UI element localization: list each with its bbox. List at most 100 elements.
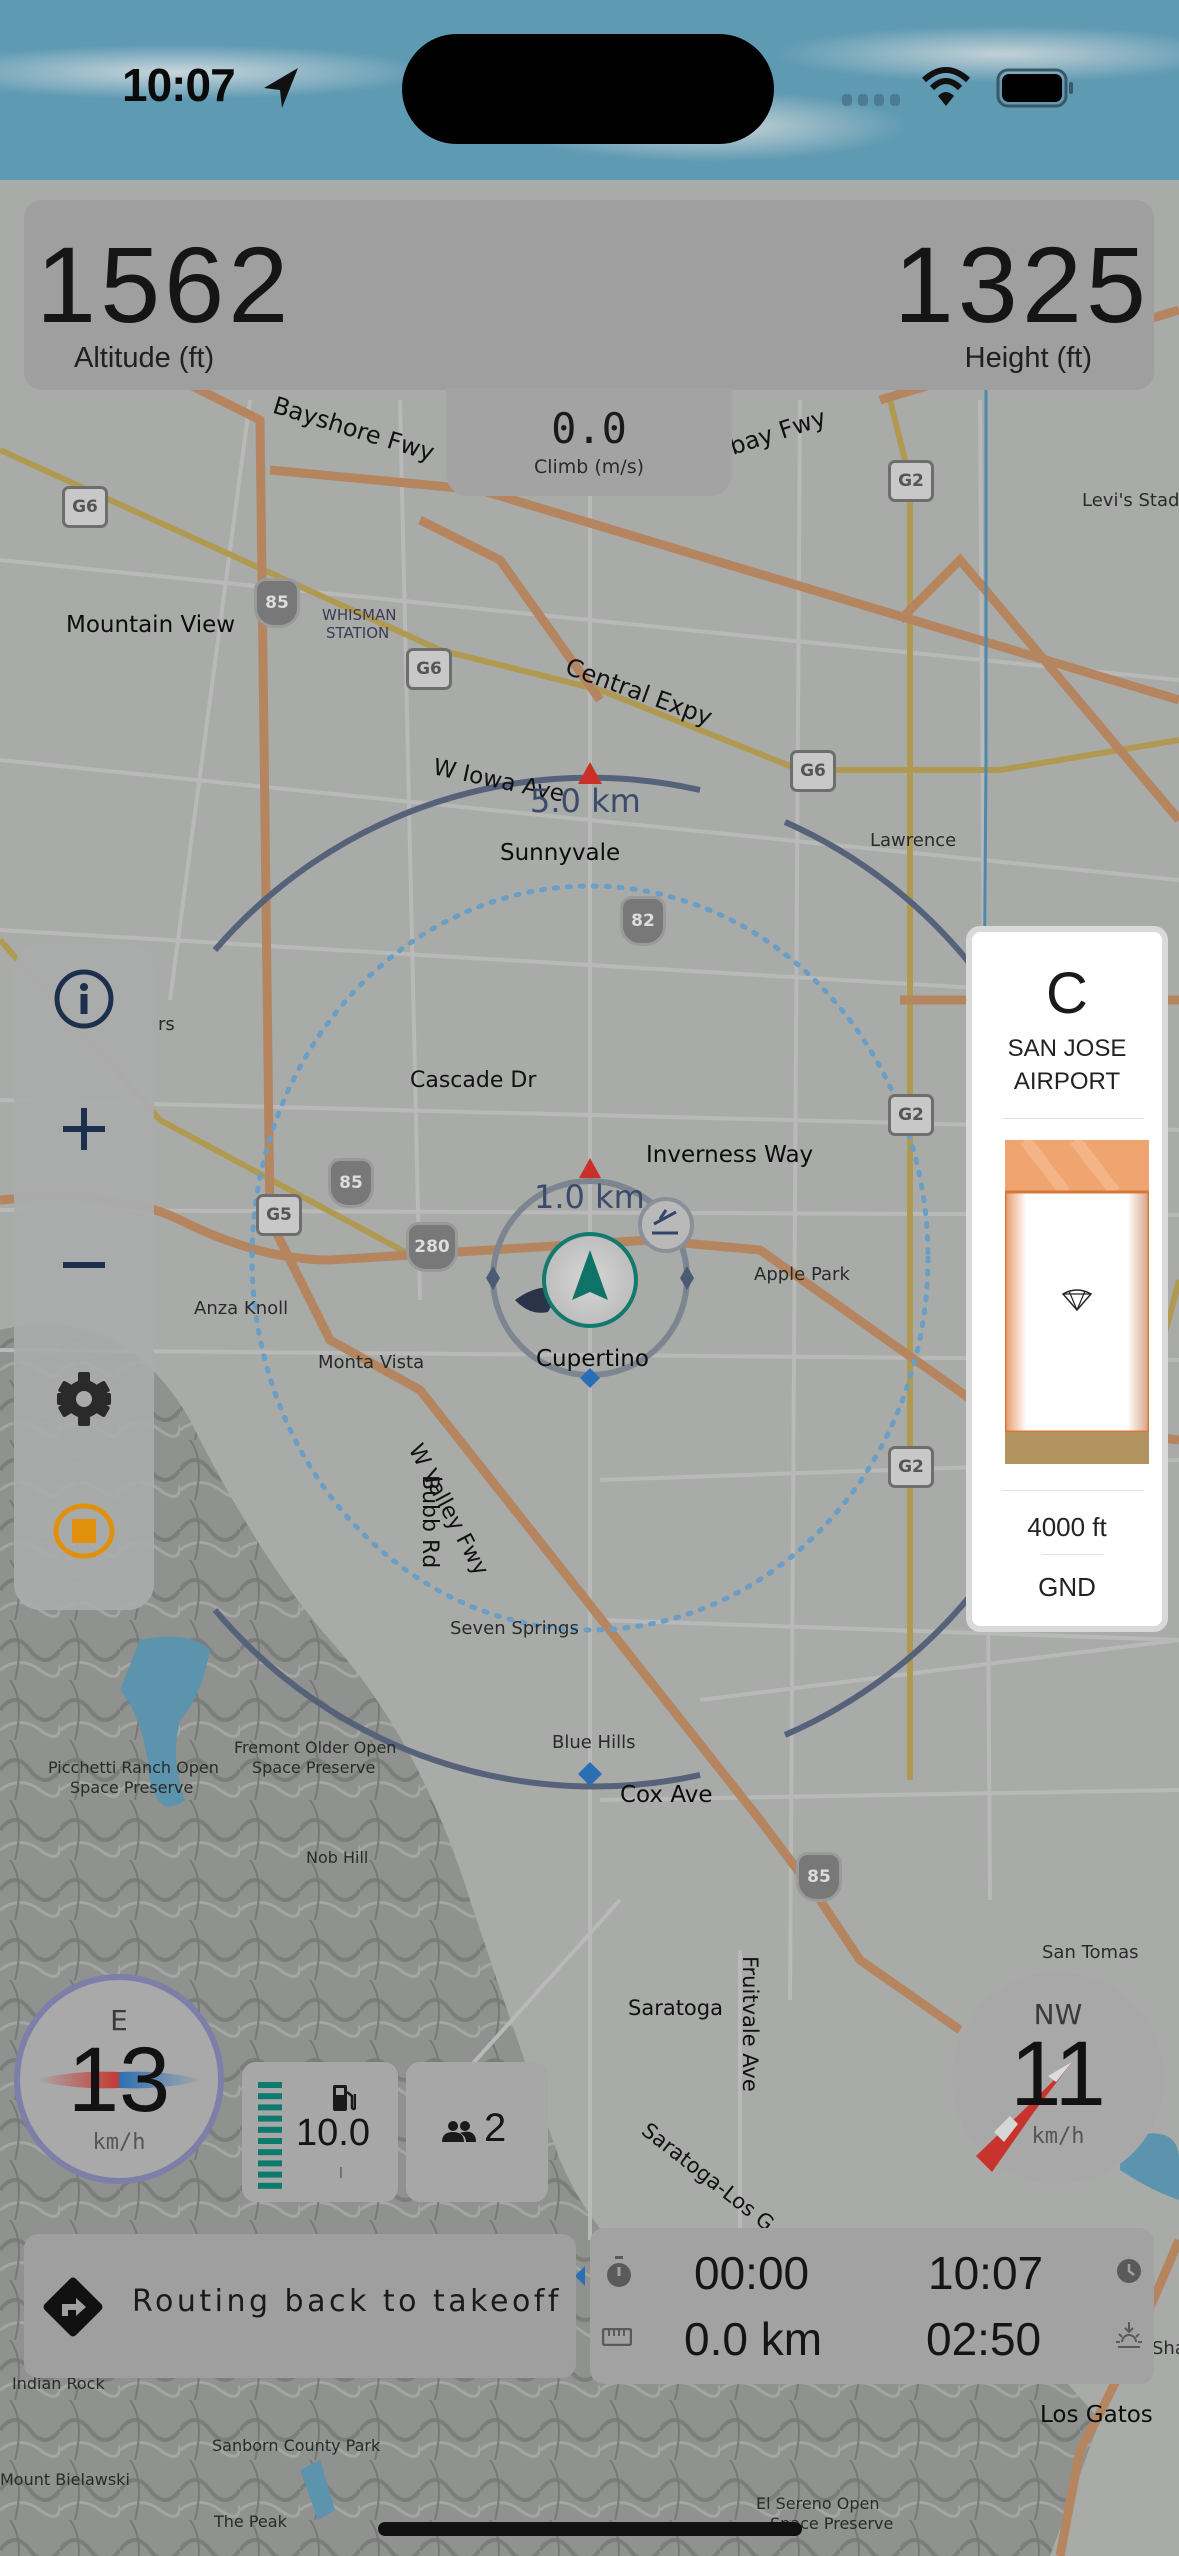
fuel-pump-icon xyxy=(333,2085,356,2111)
airspace-class: C xyxy=(1046,961,1088,1026)
crew-count: 2 xyxy=(484,2106,507,2150)
dynamic-island xyxy=(402,34,774,144)
fuel-level-bar xyxy=(258,2082,282,2088)
zoom-in-button[interactable] xyxy=(14,1074,154,1184)
range-ring-1km-label: 1.0 km xyxy=(534,1178,645,1216)
map-label: Sha xyxy=(1152,2338,1179,2359)
people-icon xyxy=(442,2121,476,2142)
ground-speed-dial[interactable]: E 13 km/h xyxy=(14,1974,224,2184)
highway-shield: 85 xyxy=(796,1852,842,1902)
airspace-vertical-profile xyxy=(1005,1140,1149,1464)
fuel-level-bar xyxy=(258,2138,282,2144)
map-label: Nob Hill xyxy=(306,1848,369,1867)
map-label: Sunnyvale xyxy=(500,840,621,866)
climb-panel[interactable]: 0.0 Climb (m/s) xyxy=(446,388,732,496)
map-label: STATION xyxy=(326,624,390,642)
info-button[interactable] xyxy=(14,944,154,1054)
climb-value: 0.0 xyxy=(551,404,627,453)
ruler-icon xyxy=(602,2328,632,2346)
map-label: San Tomas xyxy=(1042,1942,1139,1963)
flight-time: 00:00 xyxy=(694,2247,810,2299)
fuel-value: 10.0 xyxy=(296,2112,370,2154)
map-label: Fruitvale Ave xyxy=(738,1956,762,2092)
takeoff-bubble[interactable] xyxy=(638,1197,694,1253)
map-label: Mount Bielawski xyxy=(0,2470,130,2489)
divider xyxy=(1002,1490,1144,1491)
settings-button[interactable] xyxy=(14,1344,154,1454)
fuel-level-bar xyxy=(258,2149,282,2156)
zoom-out-button[interactable] xyxy=(14,1210,154,1320)
map-label: Sanborn County Park xyxy=(212,2436,381,2455)
battery-icon xyxy=(996,68,1073,108)
wind-speed-unit: km/h xyxy=(1031,2124,1085,2149)
route-shield: G2 xyxy=(888,1094,934,1136)
range-ring-5km-label: 5.0 km xyxy=(530,782,641,820)
route-shield: G2 xyxy=(888,460,934,502)
altitude-value: 1562 xyxy=(36,224,293,345)
sunset-remaining: 02:50 xyxy=(926,2313,1042,2365)
airspace-name: SAN JOSE AIRPORT xyxy=(972,1032,1162,1098)
location-arrow-icon xyxy=(264,68,298,108)
sunset-icon xyxy=(1116,2322,1142,2348)
map-label: The Peak xyxy=(214,2512,287,2531)
map-label: Inverness Way xyxy=(646,1142,814,1168)
fuel-level-bar xyxy=(258,2093,282,2100)
fuel-level-bar xyxy=(258,2126,282,2133)
map-label: Saratoga xyxy=(628,1996,723,2020)
highway-shield: 85 xyxy=(254,578,300,628)
stop-record-icon xyxy=(53,1503,115,1559)
ground-speed-value: 13 xyxy=(67,2029,171,2131)
map-label: Seven Springs xyxy=(450,1618,579,1639)
flight-stats-panel[interactable]: 00:00 10:07 0.0 km 02:50 xyxy=(590,2228,1154,2384)
clock-icon xyxy=(1117,2259,1141,2283)
turn-right-sign-icon xyxy=(43,2277,103,2337)
status-bar: 10:07 xyxy=(0,0,1179,170)
fuel-level-bar xyxy=(258,2115,282,2122)
gear-icon xyxy=(57,1372,111,1426)
map-label: Cupertino xyxy=(536,1346,649,1372)
altitude-panel[interactable]: 1562 Altitude (ft) 1325 Height (ft) xyxy=(24,200,1154,390)
height-label: Height (ft) xyxy=(964,342,1092,374)
climb-label: Climb (m/s) xyxy=(533,456,645,478)
airspace-upper-limit: 4000 ft xyxy=(1027,1512,1107,1542)
map-label: Picchetti Ranch Open xyxy=(48,1758,219,1777)
clock-time: 10:07 xyxy=(928,2247,1044,2299)
map-label: Mountain View xyxy=(66,612,236,638)
map-label: Lawrence xyxy=(870,830,957,851)
route-shield: G6 xyxy=(406,648,452,690)
airspace-card[interactable]: C SAN JOSE AIRPORT 4000 ft GND xyxy=(966,926,1168,1632)
wind-dial[interactable]: NW 11 km/h xyxy=(952,1972,1164,2184)
routing-banner[interactable]: Routing back to takeoff xyxy=(24,2234,576,2378)
fuel-unit: l xyxy=(339,2166,343,2182)
crew-panel[interactable]: 2 xyxy=(406,2062,548,2202)
fuel-panel[interactable]: 10.0 l xyxy=(242,2062,398,2202)
highway-shield: 82 xyxy=(620,896,666,946)
routing-text: Routing back to takeoff xyxy=(132,2284,562,2319)
map-label: WHISMAN xyxy=(322,606,397,624)
stop-recording-button[interactable] xyxy=(14,1476,154,1586)
home-indicator[interactable] xyxy=(378,2522,802,2536)
highway-shield: 85 xyxy=(328,1158,374,1208)
status-time: 10:07 xyxy=(122,59,236,111)
map-label: Levi's Stadiu xyxy=(1082,490,1179,511)
fuel-level-bar xyxy=(258,2104,282,2111)
ground-speed-unit: km/h xyxy=(92,2130,146,2155)
minus-icon xyxy=(63,1262,105,1268)
distance-value: 0.0 km xyxy=(684,2313,823,2365)
plus-icon xyxy=(63,1108,105,1150)
route-shield: G2 xyxy=(888,1446,934,1488)
map-label: Space Preserve xyxy=(70,1778,194,1797)
fuel-level-bar xyxy=(258,2171,282,2178)
info-icon xyxy=(54,969,114,1029)
map-label: Apple Park xyxy=(754,1264,850,1285)
divider xyxy=(1002,1118,1144,1119)
cellular-signal-icon xyxy=(842,94,900,106)
wind-speed-value: 11 xyxy=(1010,2023,1106,2125)
airspace-lower-limit: GND xyxy=(1038,1572,1096,1602)
highway-shield: 280 xyxy=(406,1222,458,1272)
map-label: Cox Ave xyxy=(620,1782,713,1808)
route-shield: G6 xyxy=(62,486,108,528)
route-shield: G5 xyxy=(256,1194,302,1236)
map-label: Los Gatos xyxy=(1040,2402,1153,2428)
airspace-name-line1: SAN JOSE xyxy=(1007,1035,1127,1062)
